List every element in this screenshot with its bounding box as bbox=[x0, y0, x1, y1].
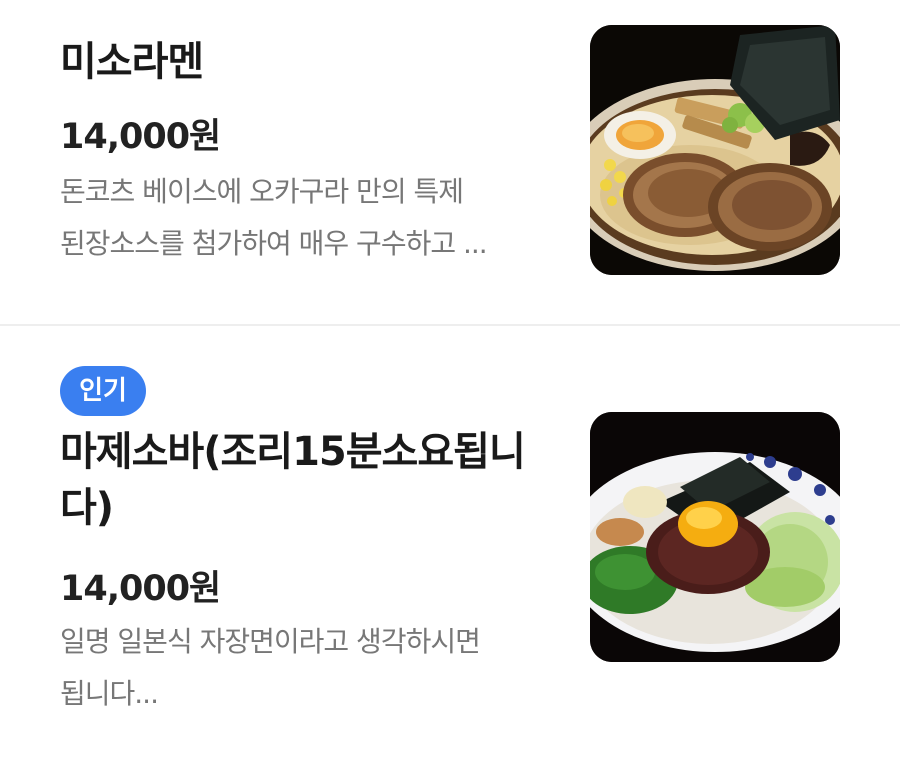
menu-item-name: 마제소바(조리15분소요됩니 다) bbox=[60, 424, 540, 536]
mazesoba-image bbox=[590, 412, 840, 662]
menu-item-thumbnail[interactable] bbox=[590, 25, 840, 275]
description-line: 됩니다... bbox=[60, 677, 159, 710]
miso-ramen-image bbox=[590, 25, 840, 275]
menu-item-mazesoba[interactable]: 인기 마제소바(조리15분소요됩니 다) 14,000원 일명 일본식 자장면이… bbox=[0, 326, 900, 761]
menu-item-thumbnail[interactable] bbox=[590, 412, 840, 662]
menu-item-price: 14,000원 bbox=[60, 569, 221, 609]
popular-badge: 인기 bbox=[60, 366, 146, 416]
menu-item-price: 14,000원 bbox=[60, 117, 221, 157]
menu-item-name: 미소라멘 bbox=[60, 39, 204, 85]
description-line: 일명 일본식 자장면이라고 생각하시면 bbox=[60, 625, 481, 658]
description-line: 돈코츠 베이스에 오카구라 만의 특제 bbox=[60, 175, 464, 208]
menu-list: 미소라멘 14,000원 돈코츠 베이스에 오카구라 만의 특제 된장소스를 첨… bbox=[0, 0, 900, 761]
description-line: 된장소스를 첨가하여 매우 구수하고 ... bbox=[60, 227, 488, 260]
name-line: 다) bbox=[60, 485, 114, 531]
name-line: 마제소바(조리15분소요됩니 bbox=[60, 429, 526, 475]
menu-item-miso-ramen[interactable]: 미소라멘 14,000원 돈코츠 베이스에 오카구라 만의 특제 된장소스를 첨… bbox=[0, 0, 900, 325]
menu-item-description: 돈코츠 베이스에 오카구라 만의 특제 된장소스를 첨가하여 매우 구수하고 .… bbox=[60, 166, 540, 270]
menu-item-description: 일명 일본식 자장면이라고 생각하시면 됩니다... bbox=[60, 616, 540, 720]
